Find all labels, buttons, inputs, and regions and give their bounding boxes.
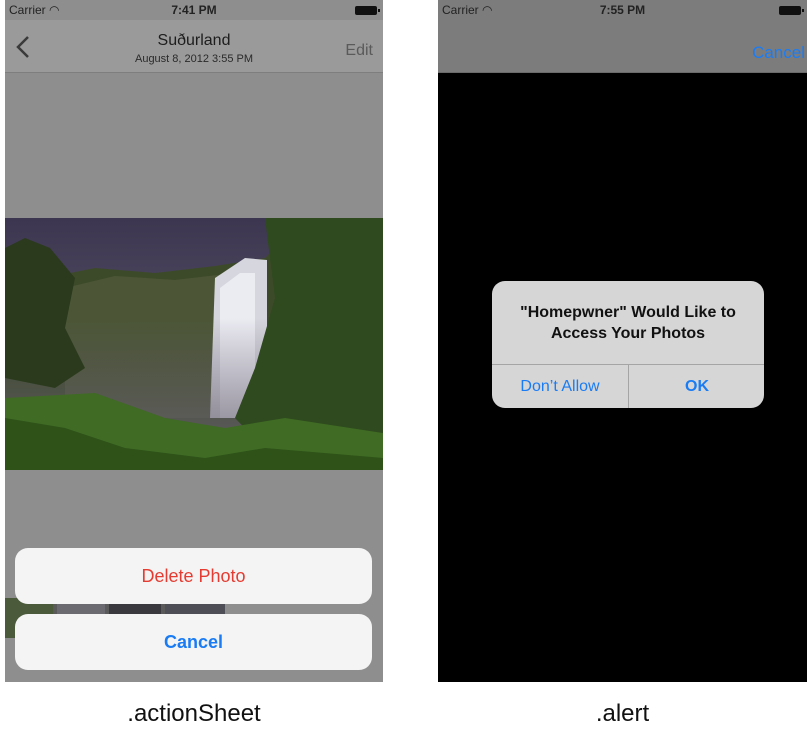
ok-button[interactable]: OK	[629, 365, 764, 408]
caption-alert: .alert	[595, 700, 650, 727]
alert-title: "Homepwner" Would Like to Access Your Ph…	[504, 302, 752, 344]
nav-subtitle: August 8, 2012 3:55 PM	[134, 53, 254, 65]
dont-allow-button[interactable]: Don’t Allow	[492, 365, 628, 408]
nav-bar: Suðurland August 8, 2012 3:55 PM Edit	[5, 20, 383, 73]
permission-alert: "Homepwner" Would Like to Access Your Ph…	[492, 281, 764, 408]
battery-icon	[355, 6, 380, 15]
status-bar: Carrier ◠ 7:55 PM	[438, 0, 807, 20]
phone-actionsheet: Carrier ◠ 7:41 PM Suðurland August 8, 20…	[5, 0, 383, 682]
caption-actionsheet: .actionSheet	[127, 700, 261, 727]
alert-title-line2: Access Your Photos	[550, 325, 706, 342]
status-bar: Carrier ◠ 7:41 PM	[5, 0, 383, 20]
cancel-button[interactable]: Cancel	[15, 614, 372, 670]
nav-bar: Cancel	[438, 20, 807, 73]
phone-alert: Carrier ◠ 7:55 PM Cancel "Homepwner" Wou…	[438, 0, 807, 682]
edit-button[interactable]: Edit	[345, 42, 373, 60]
nav-title: Suðurland	[157, 32, 231, 49]
alert-title-line1: "Homepwner" Would Like to	[520, 304, 736, 321]
delete-photo-button[interactable]: Delete Photo	[15, 548, 372, 604]
status-time: 7:41 PM	[171, 3, 217, 17]
cancel-button[interactable]: Cancel	[752, 43, 805, 63]
status-time: 7:55 PM	[599, 3, 646, 17]
waterfall-photo	[5, 218, 383, 470]
battery-icon	[779, 6, 804, 15]
